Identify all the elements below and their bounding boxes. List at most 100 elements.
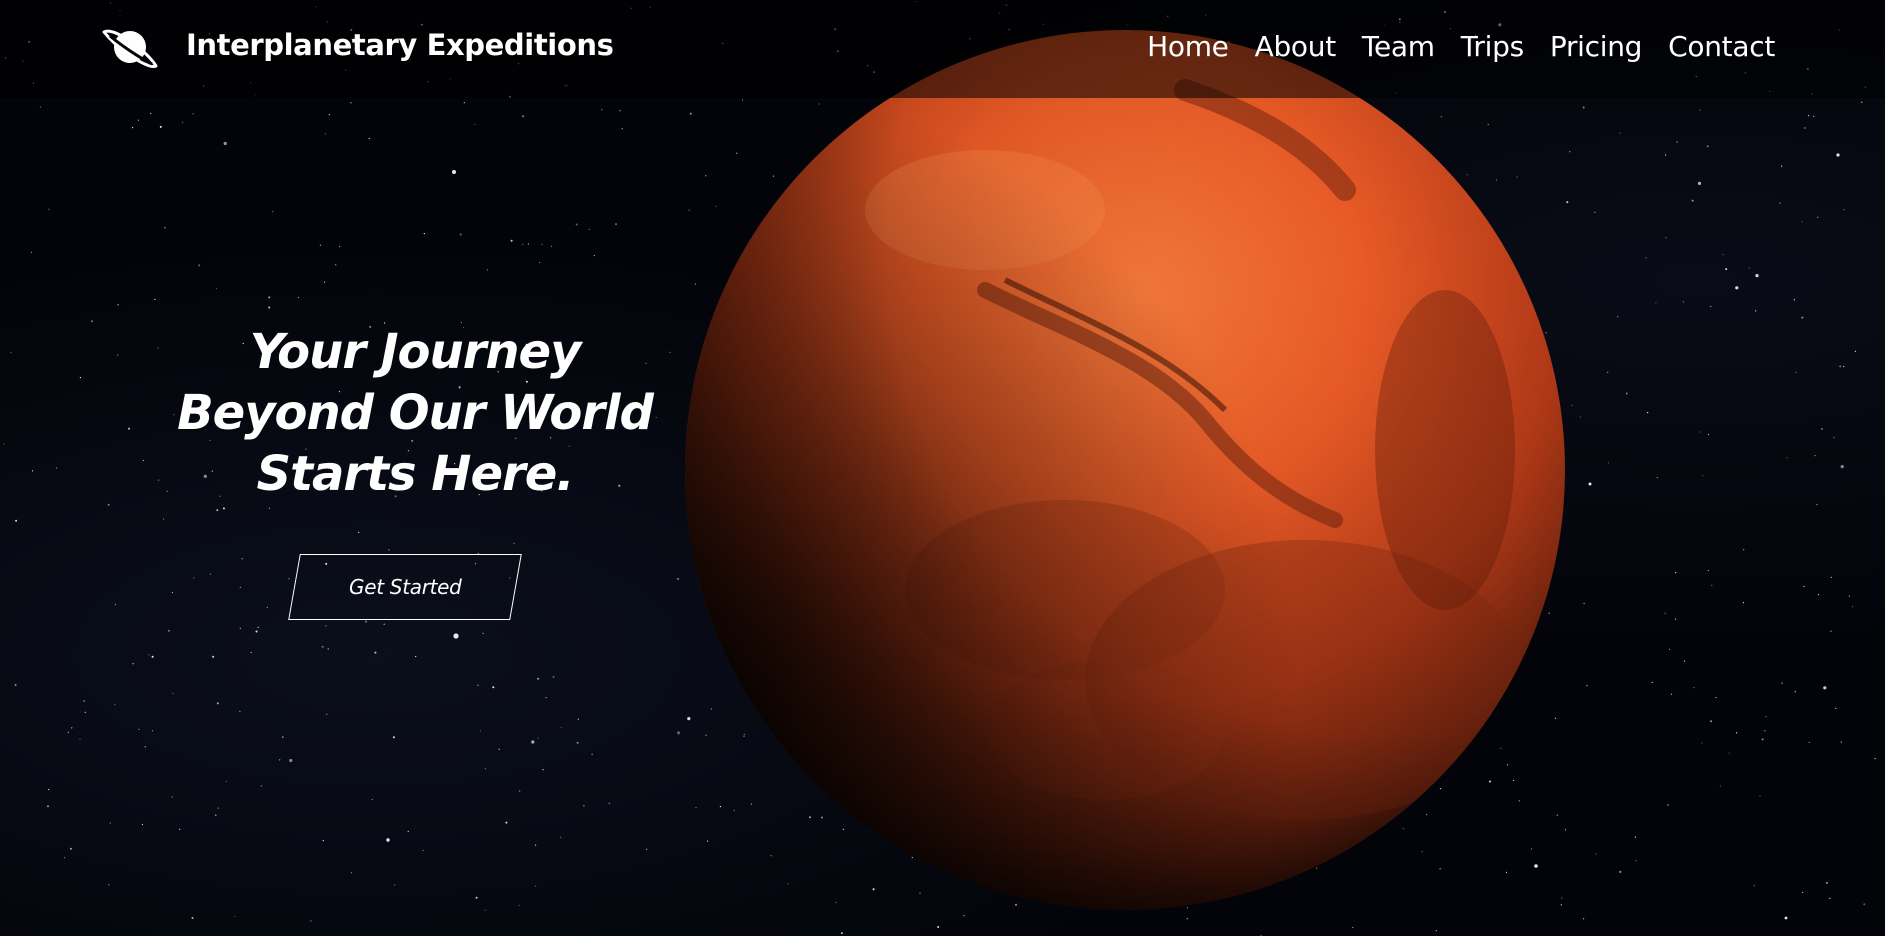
star	[322, 840, 324, 842]
planet-ring-icon[interactable]	[100, 22, 160, 72]
star	[1848, 595, 1850, 597]
star	[646, 848, 648, 850]
star	[1840, 741, 1842, 743]
star	[1691, 199, 1694, 202]
star	[358, 531, 360, 534]
star	[279, 759, 281, 761]
star	[560, 836, 562, 839]
star	[407, 830, 409, 833]
star	[91, 320, 93, 323]
star	[677, 731, 681, 735]
star	[1625, 392, 1628, 395]
nav-trips-link[interactable]: Trips	[1461, 30, 1524, 63]
star	[1719, 785, 1721, 787]
star	[141, 823, 143, 826]
star	[1707, 569, 1709, 572]
star	[215, 814, 217, 816]
brand-name[interactable]: Interplanetary Expeditions	[186, 28, 614, 62]
nav-team-link[interactable]: Team	[1362, 30, 1435, 63]
star	[1801, 316, 1804, 319]
star	[281, 736, 284, 739]
star	[268, 306, 271, 309]
star	[234, 915, 236, 917]
star	[212, 655, 215, 658]
star	[209, 573, 211, 575]
star	[1710, 305, 1712, 308]
star	[423, 233, 425, 235]
star	[1779, 202, 1781, 204]
star	[1683, 660, 1686, 662]
nav-contact-link[interactable]: Contact	[1668, 30, 1775, 63]
star	[1823, 686, 1827, 690]
star	[1619, 132, 1621, 134]
star	[171, 796, 173, 798]
nav-pricing-link[interactable]: Pricing	[1550, 30, 1643, 63]
star	[1595, 853, 1597, 855]
star	[1699, 431, 1701, 433]
star	[107, 503, 110, 506]
star	[545, 697, 547, 699]
nav-home-link[interactable]: Home	[1147, 30, 1229, 63]
star	[486, 269, 488, 271]
get-started-button[interactable]: Get Started	[288, 554, 522, 620]
star	[1829, 897, 1831, 900]
star	[239, 586, 241, 588]
star	[138, 728, 140, 731]
hero-title: Your Journey Beyond Our World Starts Her…	[160, 322, 670, 505]
hero-title-line: Your Journey	[249, 324, 582, 380]
star	[325, 625, 327, 627]
star	[513, 542, 515, 544]
star	[1825, 881, 1828, 884]
star	[108, 884, 110, 886]
star	[15, 519, 18, 522]
star	[1675, 572, 1677, 574]
star	[1861, 101, 1863, 103]
get-started-label: Get Started	[348, 575, 462, 599]
star	[1830, 576, 1832, 579]
star	[1735, 286, 1739, 290]
star	[239, 710, 241, 713]
star	[172, 692, 174, 695]
star	[132, 127, 134, 129]
main-nav: Home About Team Trips Pricing Contact	[1147, 30, 1775, 63]
nav-about-link[interactable]: About	[1255, 30, 1337, 63]
star	[171, 591, 173, 594]
star	[310, 920, 312, 922]
star	[1840, 465, 1844, 469]
star	[10, 352, 12, 354]
star	[1682, 301, 1684, 303]
star	[1435, 930, 1437, 932]
star	[288, 578, 290, 580]
star	[1781, 165, 1783, 167]
star	[109, 822, 111, 824]
star	[14, 684, 17, 686]
star	[260, 785, 262, 787]
star	[474, 123, 476, 125]
star	[144, 746, 146, 748]
star	[1583, 602, 1585, 605]
star	[216, 509, 219, 512]
star	[522, 243, 524, 245]
star	[117, 354, 119, 356]
star	[531, 740, 535, 744]
star	[482, 632, 484, 635]
star	[31, 470, 34, 472]
star	[255, 630, 258, 633]
star	[179, 828, 181, 830]
star	[459, 233, 462, 236]
star	[1765, 716, 1767, 718]
star	[350, 872, 353, 874]
star	[541, 243, 543, 245]
star	[1801, 221, 1803, 223]
star	[1352, 926, 1354, 929]
star	[537, 737, 539, 739]
star	[157, 479, 160, 481]
star	[1816, 504, 1818, 506]
star	[114, 704, 116, 706]
star	[321, 645, 324, 648]
star	[527, 243, 530, 245]
star	[3, 443, 5, 445]
star	[217, 807, 219, 809]
star	[151, 730, 154, 732]
star	[1608, 462, 1610, 464]
